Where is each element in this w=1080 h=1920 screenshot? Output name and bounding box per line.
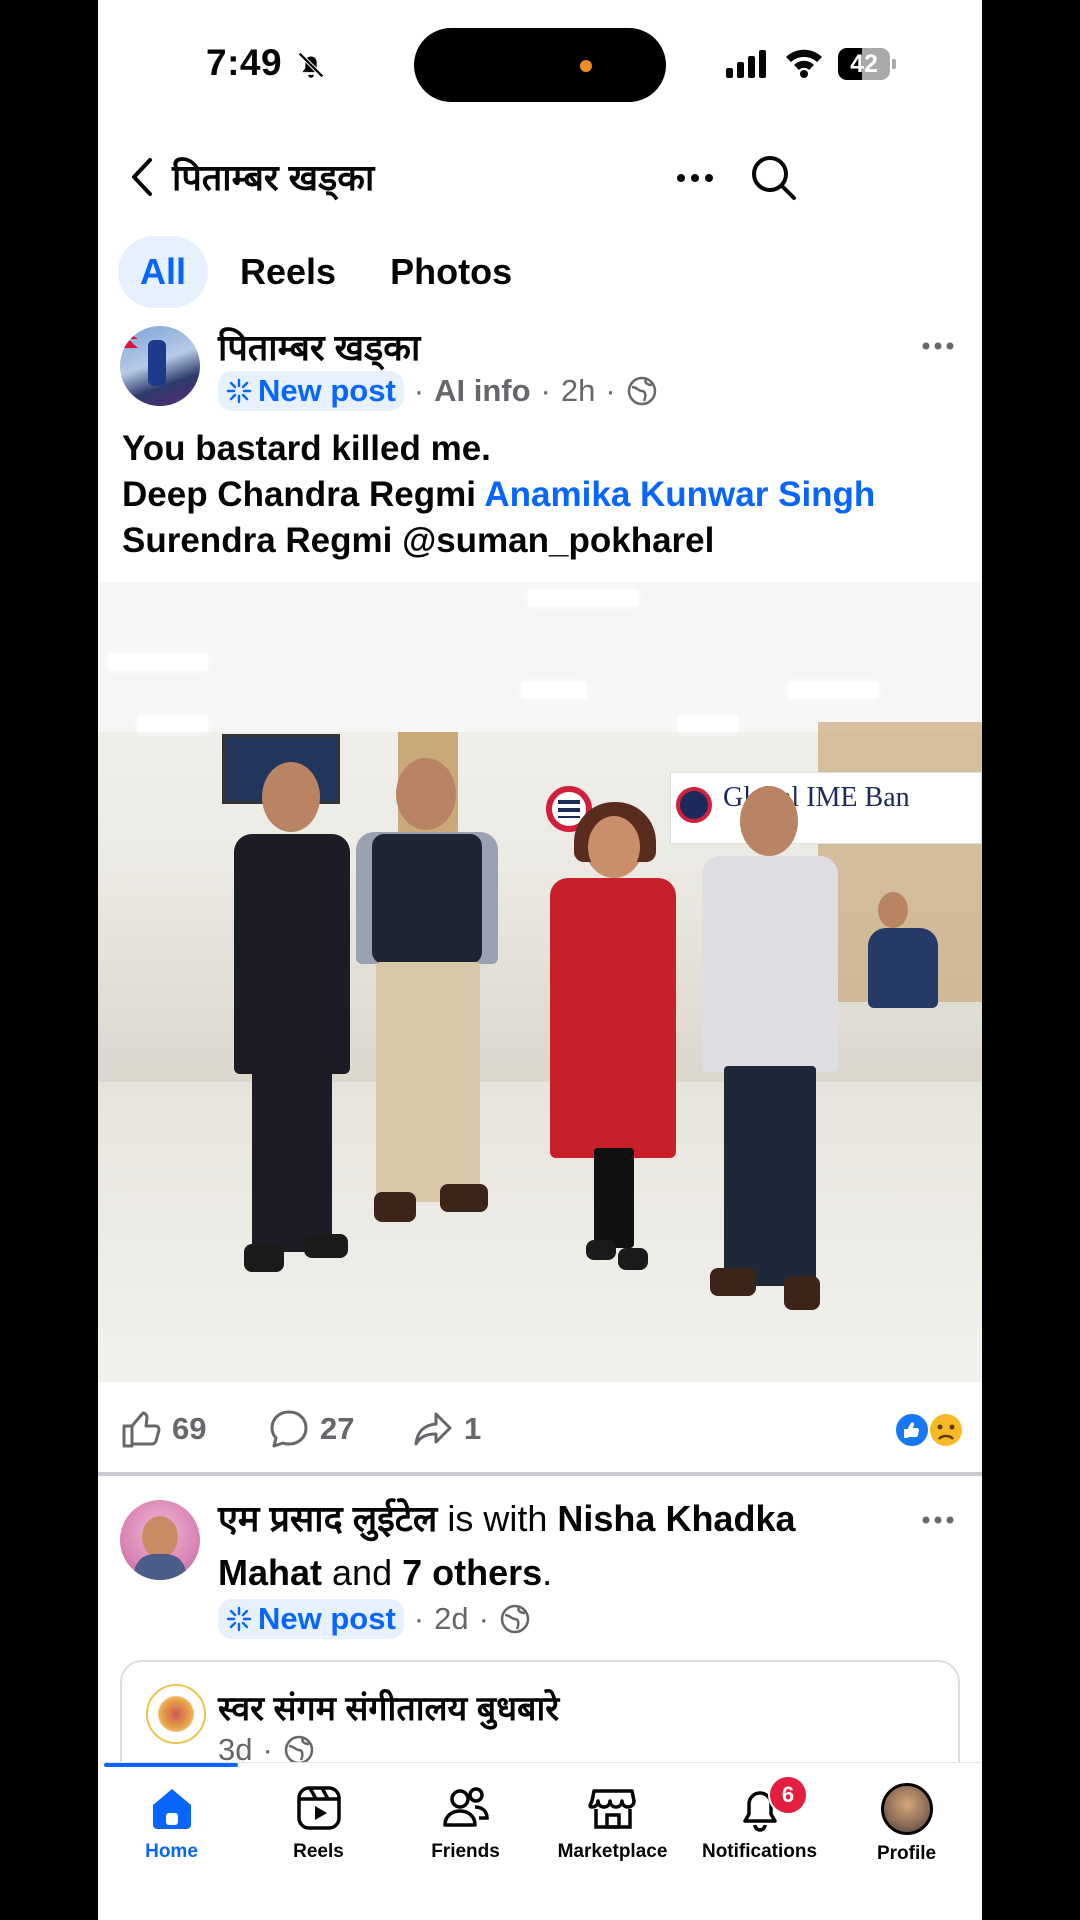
post-author-name[interactable]: पिताम्बर खड्का (218, 322, 420, 371)
share-button[interactable]: 1 (412, 1404, 481, 1454)
post-photo[interactable]: Global IME Ban (98, 582, 982, 1382)
photo-bank-sign: Global IME Ban (670, 772, 982, 844)
nav-friends[interactable]: Friends (392, 1783, 539, 1893)
back-arrow-icon[interactable] (122, 152, 162, 202)
marketplace-icon (587, 1789, 636, 1829)
page-title: पिताम्बर खड्का (172, 157, 375, 198)
globe-icon (500, 1604, 530, 1634)
share-icon (414, 1412, 452, 1446)
status-bar: 7:49 42 (98, 0, 982, 130)
tag-surendra-regmi[interactable]: Surendra Regmi @suman_pokharel (122, 518, 962, 564)
bottom-nav: Home Reels Friends Marketplace 6 Notific… (98, 1762, 982, 1920)
dynamic-island (414, 28, 666, 102)
post-author-avatar[interactable] (120, 326, 200, 406)
share-count: 1 (464, 1411, 482, 1446)
post2-new-post-badge: New post (218, 1599, 404, 1639)
notifications-badge: 6 (768, 1775, 808, 1815)
home-icon (152, 1789, 191, 1829)
search-icon[interactable] (748, 150, 798, 204)
tag-anamika-kunwar-singh[interactable]: Anamika Kunwar Singh (484, 475, 875, 514)
phone-screen: 7:49 42 पिताम्बर खड्का All Reels Photos … (98, 0, 982, 1920)
reaction-summary-icon[interactable] (892, 1412, 964, 1448)
wifi-icon (786, 49, 822, 78)
silent-bell-icon (298, 52, 324, 78)
active-tab-indicator (104, 1763, 238, 1767)
shared-page-name[interactable]: स्वर संगम संगीतालय बुधबारे (218, 1684, 559, 1730)
friends-icon (442, 1787, 489, 1827)
post-actions: 69 27 1 (98, 1386, 982, 1474)
post2-age[interactable]: 2d (434, 1601, 468, 1637)
filter-tabs: All Reels Photos (118, 236, 534, 308)
post2-author-name[interactable]: एम प्रसाद लुईटेल (218, 1498, 437, 1539)
tab-photos[interactable]: Photos (368, 236, 534, 308)
ai-info-link[interactable]: AI info (434, 373, 530, 409)
nav-profile[interactable]: Profile (833, 1783, 980, 1893)
post-age[interactable]: 2h (561, 373, 595, 409)
status-time: 7:49 (206, 42, 283, 83)
nav-home[interactable]: Home (98, 1783, 245, 1893)
post2-author-avatar[interactable] (120, 1500, 200, 1580)
sparkle-icon (226, 378, 252, 404)
profile-header: पिताम्बर खड्का (98, 140, 982, 220)
globe-icon (627, 376, 656, 406)
thumbs-up-icon (122, 1411, 161, 1448)
nav-reels[interactable]: Reels (245, 1783, 392, 1893)
like-count: 69 (172, 1411, 207, 1446)
nav-notifications[interactable]: 6 Notifications (686, 1775, 833, 1893)
more-options-icon[interactable] (670, 158, 720, 198)
comment-icon (270, 1410, 308, 1448)
post2-header-text: एम प्रसाद लुईटेल is with Nisha Khadka Ma… (218, 1498, 796, 1593)
post-divider (98, 1472, 982, 1476)
reels-icon (296, 1786, 341, 1830)
tag-deep-chandra-regmi[interactable]: Deep Chandra Regmi (122, 475, 476, 514)
post2-meta: New post · 2d · (218, 1598, 531, 1640)
signal-icon (726, 50, 766, 78)
sparkle-icon (226, 1606, 252, 1632)
nav-marketplace[interactable]: Marketplace (539, 1783, 686, 1893)
battery-indicator: 42 (838, 48, 896, 80)
post2-more-icon[interactable] (920, 1510, 956, 1530)
post2-others-link[interactable]: 7 others (402, 1552, 542, 1593)
shared-page-avatar[interactable] (146, 1684, 206, 1744)
profile-avatar (880, 1783, 933, 1835)
tab-reels[interactable]: Reels (218, 236, 358, 308)
comment-button[interactable]: 27 (268, 1404, 354, 1454)
post-more-icon[interactable] (920, 336, 956, 356)
post-text: You bastard killed me. Deep Chandra Regm… (122, 426, 962, 564)
tab-all[interactable]: All (118, 236, 209, 308)
like-button[interactable]: 69 (120, 1404, 206, 1454)
comment-count: 27 (320, 1411, 355, 1446)
new-post-badge: New post (218, 371, 404, 411)
post-meta: New post · AI info · 2h · (218, 370, 658, 412)
